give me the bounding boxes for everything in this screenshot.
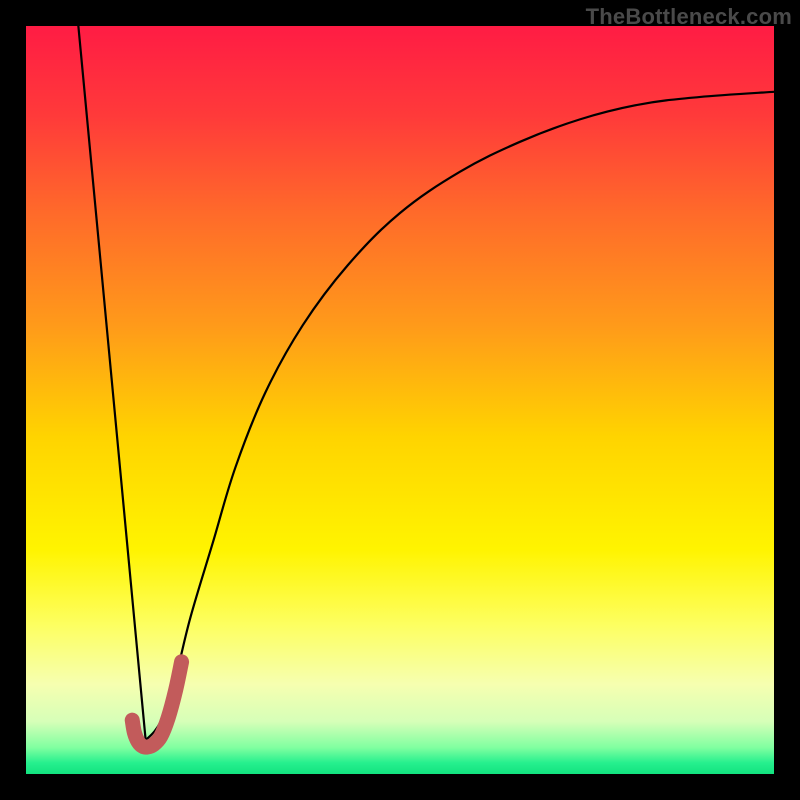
chart-frame: TheBottleneck.com [0, 0, 800, 800]
plot-area [26, 26, 774, 774]
chart-svg [26, 26, 774, 774]
